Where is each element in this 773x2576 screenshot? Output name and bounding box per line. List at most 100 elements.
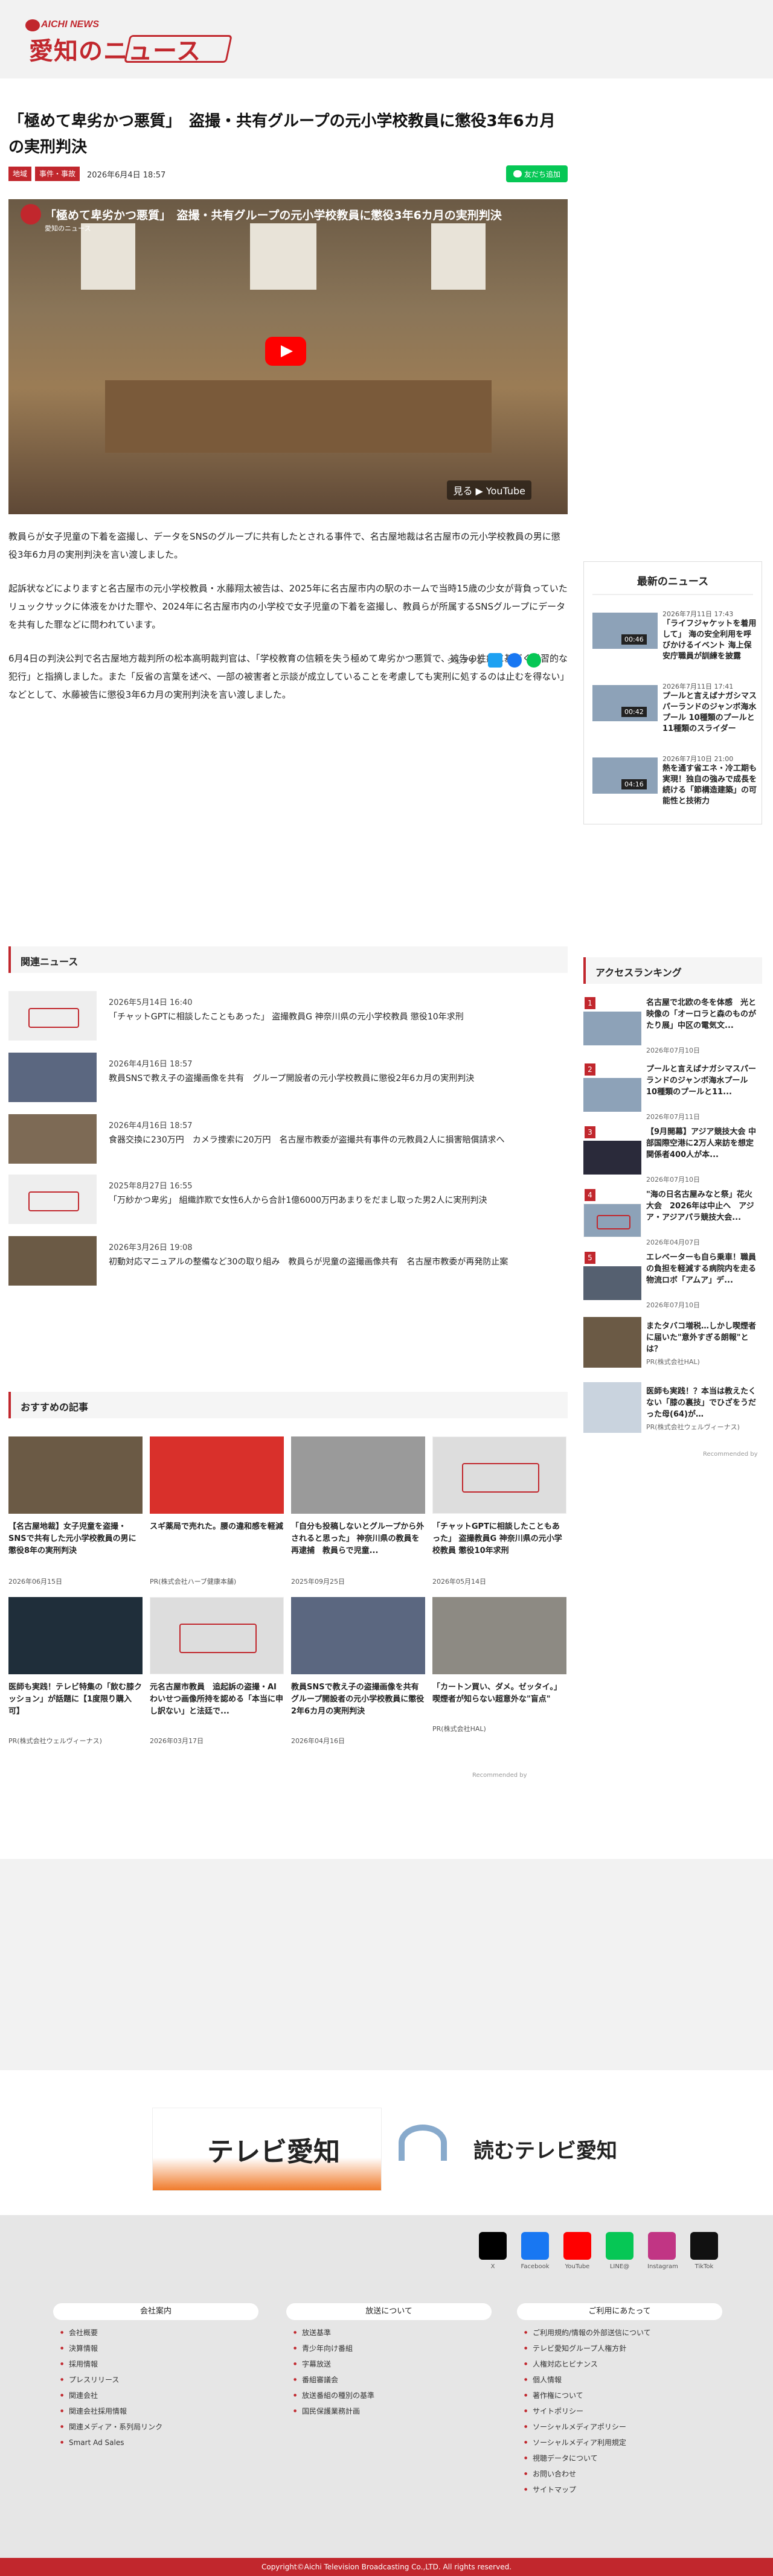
recommend-item[interactable]: 医師も実践！テレビ特集の「飲む膝クッション」が話題に【1度限り購入可】 PR(株式… xyxy=(8,1597,143,1748)
title: 名古屋で北欧の冬を体感 光と映像の「オーロラと森のものがたり展」中区の電気文..… xyxy=(646,998,757,1030)
ranking-item[interactable]: 4 "海の日名古屋みなと祭」花火大会 2026年は中止へ アジア・アジアパラ競技大… xyxy=(583,1189,762,1253)
date: 2026年4月16日 18:57 xyxy=(109,1121,193,1130)
footer-link[interactable]: 字幕放送 xyxy=(286,2356,492,2372)
title: 教員SNSで教え子の盗撮画像を共有 グループ開設者の元小学校教員に懲役2年6カ月… xyxy=(291,1683,427,1716)
tiktok-link[interactable]: TikTok xyxy=(690,2232,719,2270)
banner-tv-text: テレビ愛知 xyxy=(207,2137,340,2167)
footer-link[interactable]: 関連会社 xyxy=(53,2388,258,2403)
recommend-item[interactable]: 「自分も投稿しないとグループから外されると思った」 神奈川県の教員を再逮捕 教員… xyxy=(291,1436,425,1587)
footer-link[interactable]: 個人情報 xyxy=(517,2372,722,2388)
tiktok-icon xyxy=(690,2232,718,2260)
rank-number: 4 xyxy=(585,1189,595,1201)
instagram-link[interactable]: Instagram xyxy=(647,2232,678,2270)
tv-aichi-banner[interactable]: テレビ愛知 xyxy=(152,2108,382,2191)
site-header: AICHI NEWS 愛知のニュース xyxy=(0,0,773,78)
latest-heading: 最新のニュース xyxy=(592,562,753,595)
footer-link[interactable]: 放送番組の種別の基準 xyxy=(286,2388,492,2403)
thumbnail xyxy=(432,1597,566,1674)
ranking-item[interactable]: 3 【9月開幕】アジア競技大会 中部国際空港に2万人来訪を想定 関係者400人が本… xyxy=(583,1126,762,1190)
title: 「カートン買い、ダメ。ゼッタイ。」喫煙者が知らない超意外な"盲点" xyxy=(432,1683,562,1704)
latest-item[interactable]: 00:42 2026年7月11日 17:41 プールと言えばナガシマスパーランドのジ… xyxy=(592,678,757,733)
ranking-item[interactable]: 1 名古屋で北欧の冬を体感 光と映像の「オーロラと森のものがたり展」中区の電気文.… xyxy=(583,997,762,1061)
video-player[interactable]: 「極めて卑劣かつ悪質」 盗撮・共有グループの元小学校教員に懲役3年6カ月の実刑判… xyxy=(8,199,568,514)
ad-space xyxy=(0,1859,773,2070)
related-item[interactable]: 2025年8月27日 16:55 「万紗かつ卑劣」 組織詐欺で女性6人から合計1億… xyxy=(8,1175,568,1229)
x-link[interactable]: X xyxy=(478,2232,507,2270)
footer-link[interactable]: 会社概要 xyxy=(53,2325,258,2341)
line-link[interactable]: LINE@ xyxy=(605,2232,634,2270)
footer-link[interactable]: サイトマップ xyxy=(517,2482,722,2498)
line-friend-button[interactable]: 友だち追加 xyxy=(506,165,568,182)
title: 「万紗かつ卑劣」 組織詐欺で女性6人から合計1億6000万円あまりをだまし取った… xyxy=(109,1196,487,1205)
recommend-item[interactable]: 教員SNSで教え子の盗撮画像を共有 グループ開設者の元小学校教員に懲役2年6カ月… xyxy=(291,1597,427,1748)
date: 2026年04月16日 xyxy=(291,1737,345,1745)
facebook-icon xyxy=(521,2232,549,2260)
facebook-link[interactable]: Facebook xyxy=(521,2232,550,2270)
footer-link[interactable]: ソーシャルメディア利用規定 xyxy=(517,2435,722,2450)
ranking-item[interactable]: 5 エレベーターも自ら乗車！職員の負担を軽減する病院内を走る物流ロボ「アムア」デ.… xyxy=(583,1252,762,1316)
footer-link[interactable]: 関連会社採用情報 xyxy=(53,2403,258,2419)
tag-incident[interactable]: 事件・事故 xyxy=(35,167,80,181)
footer-link[interactable]: 関連メディア・系列局リンク xyxy=(53,2419,258,2435)
related-item[interactable]: 2026年5月14日 16:40 「チャットGPTに相談したこともあった」 盗撮教… xyxy=(8,991,568,1045)
column-heading: 会社案内 xyxy=(53,2303,258,2320)
latest-news-box: 最新のニュース 00:46 2026年7月11日 17:43 「ライフジャケットを着… xyxy=(583,561,762,824)
thumbnail xyxy=(583,1141,641,1175)
twitter-share-icon[interactable] xyxy=(488,653,503,668)
footer-link[interactable]: 決算情報 xyxy=(53,2341,258,2356)
facebook-share-icon[interactable] xyxy=(507,653,522,668)
date: 2026年07月10日 xyxy=(646,1176,700,1184)
ad-item[interactable]: またタバコ増税…しかし喫煙者に届いた"意外すぎる朗報"とは？ PR(株式会社HAL… xyxy=(583,1317,762,1377)
latest-item[interactable]: 04:16 2026年7月10日 21:00 熱を通す省エネ・冷工期も実現！独自の強… xyxy=(592,750,757,806)
title: 食器交換に230万円 カメラ捜索に20万円 名古屋市教委が盗撮共有事件の元教員2… xyxy=(109,1135,505,1145)
share-bar: シェアする xyxy=(447,653,542,668)
video-title[interactable]: 「極めて卑劣かつ悪質」 盗撮・共有グループの元小学校教員に懲役3年6カ月の実刑判… xyxy=(45,206,560,223)
play-icon[interactable] xyxy=(265,337,306,366)
related-item[interactable]: 2026年4月16日 18:57 食器交換に230万円 カメラ捜索に20万円 名古… xyxy=(8,1114,568,1168)
footer-link[interactable]: 著作権について xyxy=(517,2388,722,2403)
recommended-by: Recommended by xyxy=(472,1772,527,1779)
youtube-link[interactable]: 見る ▶ YouTube xyxy=(447,480,531,500)
ranking-item[interactable]: 2 プールと言えばナガシマスパーランドのジャンボ海水プール 10種類のプールと11… xyxy=(583,1063,762,1127)
footer-link[interactable]: 人権対応ヒビナンス xyxy=(517,2356,722,2372)
instagram-icon xyxy=(648,2232,676,2260)
footer-link[interactable]: 放送基準 xyxy=(286,2325,492,2341)
thumbnail xyxy=(8,1236,97,1286)
footer-link[interactable]: ソーシャルメディアポリシー xyxy=(517,2419,722,2435)
thumbnail xyxy=(8,1175,97,1224)
ad-item[interactable]: 医師も実践！？本当は教えたくない「膝の裏技」でひざをうだった母(64)が… PR(… xyxy=(583,1382,762,1443)
recommend-item[interactable]: 「チャットGPTに相談したこともあった」 盗撮教員G 神奈川県の元小学校教員 懲… xyxy=(432,1436,566,1587)
site-logo[interactable]: AICHI NEWS 愛知のニュース xyxy=(23,19,233,68)
footer-link[interactable]: テレビ愛知グループ人権方針 xyxy=(517,2341,722,2356)
footer-link[interactable]: 番組審議会 xyxy=(286,2372,492,2388)
thumbnail xyxy=(583,1382,641,1433)
recommend-item[interactable]: スギ薬局で売れた。腰の違和感を軽減 PR(株式会社ハーブ健康本舗) xyxy=(150,1436,284,1587)
related-item[interactable]: 2026年4月16日 18:57 教員SNSで教え子の盗撮画像を共有 グループ開設… xyxy=(8,1053,568,1107)
sponsor: PR(株式会社HAL) xyxy=(646,1358,700,1366)
related-item[interactable]: 2026年3月26日 19:08 初動対応マニュアルの整備など30の取り組み 教員… xyxy=(8,1236,568,1290)
footer-link[interactable]: 視聴データについて xyxy=(517,2450,722,2466)
tag-region[interactable]: 地域 xyxy=(8,167,32,181)
latest-item[interactable]: 00:46 2026年7月11日 17:43 「ライフジャケットを着用して」 海の安… xyxy=(592,605,756,661)
date: 2026年07月10日 xyxy=(646,1047,700,1054)
ranking-heading: アクセスランキング xyxy=(583,957,762,984)
yomu-tv-aichi-banner[interactable]: 読むテレビ愛知 xyxy=(399,2108,622,2191)
date: 2026年3月26日 19:08 xyxy=(109,1243,193,1252)
footer-link[interactable]: 採用情報 xyxy=(53,2356,258,2372)
recommend-item[interactable]: 元名古屋市教員 追起訴の盗撮・AIわいせつ画像所持を認める「本当に申し訳ない」と… xyxy=(150,1597,284,1748)
date: 2026年03月17日 xyxy=(150,1737,204,1745)
recommend-item[interactable]: 【名古屋地裁】女子児童を盗撮・SNSで共有した元小学校教員の男に懲役8年の実刑判… xyxy=(8,1436,143,1587)
footer-link[interactable]: プレスリリース xyxy=(53,2372,258,2388)
footer-link[interactable]: ご利用規約/情報の外部送信について xyxy=(517,2325,722,2341)
footer-link[interactable]: サイトポリシー xyxy=(517,2403,722,2419)
footer-link[interactable]: お問い合わせ xyxy=(517,2466,722,2482)
footer-link[interactable]: Smart Ad Sales xyxy=(53,2435,258,2450)
line-share-icon[interactable] xyxy=(527,653,542,668)
footer-link[interactable]: 青少年向け番組 xyxy=(286,2341,492,2356)
rank-number: 1 xyxy=(585,997,595,1009)
footer-link[interactable]: 国民保護業務計画 xyxy=(286,2403,492,2419)
share-label: シェアする xyxy=(447,656,484,665)
recommend-item[interactable]: 「カートン買い、ダメ。ゼッタイ。」喫煙者が知らない超意外な"盲点" PR(株式会社… xyxy=(432,1597,566,1748)
youtube-link[interactable]: YouTube xyxy=(563,2232,592,2270)
judge-bench xyxy=(105,380,492,453)
